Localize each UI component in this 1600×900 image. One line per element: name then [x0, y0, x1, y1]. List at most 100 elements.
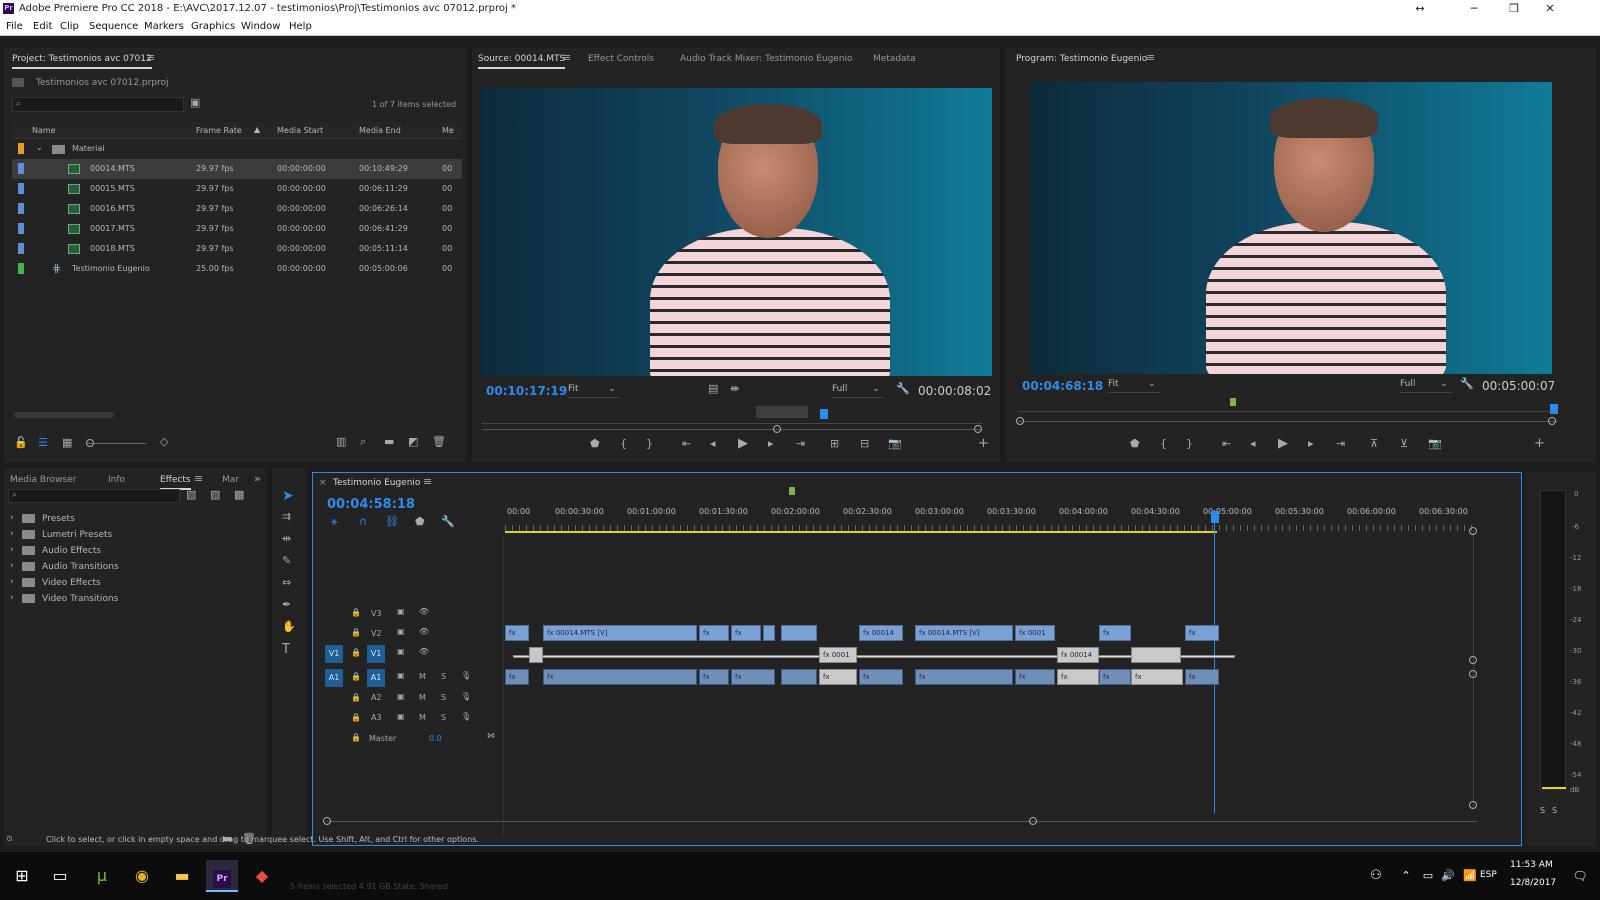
video-clip[interactable]: fx 00014 — [1057, 647, 1099, 663]
source-playhead-timecode[interactable]: 00:10:17:19 — [486, 384, 567, 398]
zoom-handle[interactable] — [773, 425, 781, 433]
menu-markers[interactable]: Markers — [144, 21, 184, 32]
list-item[interactable]: › Video Effects — [8, 576, 258, 592]
close-button[interactable]: ✕ — [1536, 1, 1564, 17]
program-fit-dropdown[interactable]: Fit ⌄ — [1108, 379, 1160, 393]
clock-time[interactable]: 11:53 AM — [1510, 860, 1553, 870]
source-fit-dropdown[interactable]: Fit ⌄ — [568, 384, 620, 398]
go-to-output-icon[interactable]: ⋈ — [487, 731, 495, 740]
new-bin-icon[interactable]: ▬ — [384, 435, 394, 448]
lift-icon[interactable]: ⊼ — [1370, 437, 1378, 450]
maximize-button[interactable]: ❐ — [1500, 1, 1528, 17]
video-clip[interactable] — [763, 625, 775, 641]
sync-lock-icon[interactable]: ▣ — [397, 627, 405, 636]
timeline-ruler[interactable]: 00:00 00:00:30:00 00:01:00:00 00:01:30:0… — [505, 507, 1475, 527]
video-clip[interactable]: fx 00014.MTS [V] — [543, 625, 697, 641]
zoom-handle[interactable] — [1016, 417, 1024, 425]
microphone-icon[interactable]: 🎙 — [461, 692, 471, 701]
solo-button[interactable]: S — [441, 713, 446, 722]
input-language[interactable]: ESP — [1480, 870, 1497, 880]
table-row[interactable]: 00014.MTS 29.97 fps 00:00:00:00 00:10:49… — [12, 159, 462, 179]
marker-icon[interactable] — [789, 487, 795, 495]
clock-date[interactable]: 12/8/2017 — [1510, 878, 1556, 888]
overwrite-icon[interactable]: ⊟ — [860, 437, 869, 450]
chevron-right-icon[interactable]: › — [10, 577, 14, 587]
horizontal-scrollbar[interactable] — [14, 412, 114, 418]
resize-arrows-icon[interactable]: ↔ — [1406, 1, 1434, 17]
mark-in-icon[interactable]: { — [620, 437, 627, 450]
v1-keyframe-line[interactable] — [513, 655, 1235, 658]
video-clip[interactable]: fx — [731, 625, 761, 641]
list-item[interactable]: › Audio Effects — [8, 544, 258, 560]
horizontal-zoom-bar[interactable] — [327, 821, 1477, 822]
solo-right-button[interactable]: S — [1552, 806, 1557, 815]
razor-tool-icon[interactable]: ✎ — [282, 554, 291, 567]
source-quality-dropdown[interactable]: Full ⌄ — [832, 384, 884, 398]
video-clip[interactable]: fx 00014 — [859, 625, 903, 641]
sequence-tab[interactable]: Testimonio Eugenio — [333, 478, 420, 488]
menu-graphics[interactable]: Graphics — [191, 21, 235, 32]
timeline-settings-icon[interactable]: 🔧 — [441, 515, 455, 528]
solo-button[interactable]: S — [441, 693, 446, 702]
list-item[interactable]: › Presets — [8, 512, 258, 528]
zoom-handle[interactable] — [1548, 417, 1556, 425]
master-volume-value[interactable]: 0.0 — [429, 734, 442, 743]
notifications-icon[interactable]: 🗨 — [1564, 860, 1596, 892]
audio-clip[interactable]: fx — [859, 669, 903, 685]
go-to-out-icon[interactable]: ⇥ — [796, 437, 805, 450]
icon-view-icon[interactable]: ▦ — [62, 436, 72, 449]
zoom-handle[interactable] — [1469, 656, 1477, 664]
col-media-extra[interactable]: Me — [442, 126, 454, 135]
solo-left-button[interactable]: S — [1540, 806, 1545, 815]
panel-menu-icon[interactable]: ≡ — [562, 51, 571, 64]
audio-clip[interactable]: fx — [543, 669, 697, 685]
tab-info[interactable]: Info — [108, 475, 125, 485]
insert-icon[interactable]: ⊞ — [830, 437, 839, 450]
audio-clip[interactable]: fx — [699, 669, 729, 685]
program-playhead[interactable] — [1550, 404, 1558, 414]
selection-tool-icon[interactable]: ➤ — [282, 488, 294, 504]
microphone-icon[interactable]: 🎙 — [461, 671, 471, 680]
tab-audio-track-mixer[interactable]: Audio Track Mixer: Testimonio Eugenio — [680, 54, 853, 64]
audio-clip[interactable]: fx — [1131, 669, 1183, 685]
new-bin-from-search-icon[interactable]: ▣ — [190, 96, 200, 109]
nest-toggle-icon[interactable]: ⚹ — [331, 515, 338, 529]
lock-icon[interactable]: 🔒 — [351, 628, 361, 637]
video-clip[interactable] — [781, 625, 817, 641]
drag-audio-only-icon[interactable]: ⇼ — [730, 382, 739, 395]
play-button[interactable]: ▶ — [738, 436, 748, 451]
effects-search-input[interactable]: ⌕ — [8, 489, 180, 503]
mark-out-icon[interactable]: } — [646, 437, 653, 450]
export-frame-icon[interactable]: 📷 — [888, 437, 902, 450]
go-to-in-icon[interactable]: ⇤ — [1222, 437, 1231, 450]
tab-effect-controls[interactable]: Effect Controls — [588, 54, 654, 64]
windows-start-icon[interactable]: ⊞ — [6, 860, 38, 892]
program-playhead-timecode[interactable]: 00:04:68:18 — [1022, 379, 1103, 393]
lock-icon[interactable]: 🔒 — [351, 713, 361, 722]
play-button[interactable]: ▶ — [1278, 436, 1288, 451]
track-target-v1[interactable]: V1 — [367, 645, 385, 663]
col-frame-rate[interactable]: Frame Rate — [196, 126, 242, 135]
audio-clip[interactable] — [781, 669, 817, 685]
table-row[interactable]: 00017.MTS 29.97 fps 00:00:00:00 00:06:41… — [12, 219, 462, 239]
video-clip[interactable]: fx — [1185, 625, 1219, 641]
video-clip[interactable] — [1131, 647, 1181, 663]
list-view-icon[interactable]: ☰ — [38, 436, 48, 449]
mute-button[interactable]: M — [419, 693, 426, 702]
marker-icon[interactable] — [1230, 398, 1236, 406]
program-monitor-title[interactable]: Program: Testimonio Eugenio — [1016, 54, 1147, 64]
video-clip[interactable]: fx 00014.MTS [V] — [915, 625, 1013, 641]
chevron-right-icon[interactable]: › — [10, 545, 14, 555]
solo-button[interactable]: S — [441, 672, 446, 681]
go-to-out-icon[interactable]: ⇥ — [1336, 437, 1345, 450]
folder-row[interactable]: ⌄ Material — [12, 139, 462, 159]
table-row[interactable]: ⋕ Testimonio Eugenio 25.00 fps 00:00:00:… — [12, 259, 462, 279]
source-patch-v1[interactable]: V1 — [325, 645, 343, 663]
eye-icon[interactable]: 👁 — [419, 607, 429, 616]
program-video-frame[interactable] — [1030, 82, 1552, 374]
zoom-handle[interactable] — [1469, 527, 1477, 535]
yuv-effects-icon[interactable]: ▩ — [234, 488, 244, 501]
zoom-handle[interactable] — [1469, 801, 1477, 809]
tab-markers[interactable]: Mar — [222, 475, 239, 485]
premiere-taskbar-icon[interactable]: Pr — [206, 860, 238, 892]
